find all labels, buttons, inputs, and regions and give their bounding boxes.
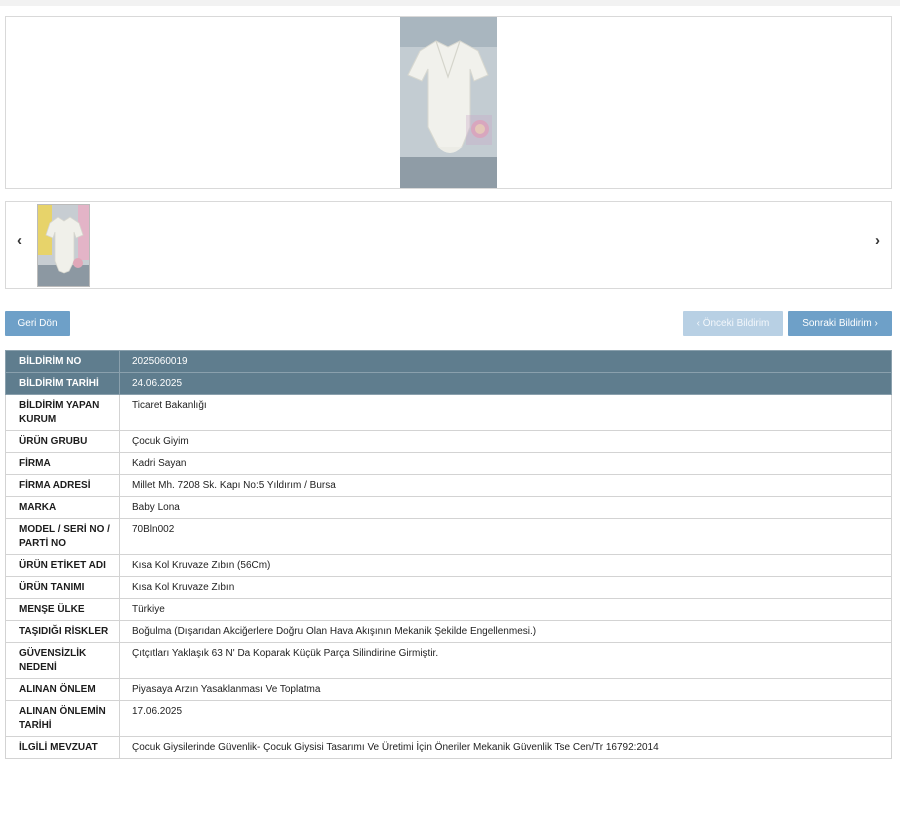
table-row: BİLDİRİM TARİHİ 24.06.2025	[5, 372, 892, 395]
next-notification-button[interactable]: Sonraki Bildirim ›	[788, 311, 892, 336]
table-row: ÜRÜN GRUBU Çocuk Giyim	[5, 430, 892, 453]
field-label: FİRMA	[5, 452, 120, 475]
field-value: Çıtçıtları Yaklaşık 63 N' Da Koparak Küç…	[119, 642, 892, 679]
field-value: Piyasaya Arzın Yasaklanması Ve Toplatma	[119, 678, 892, 701]
table-row: BİLDİRİM YAPAN KURUM Ticaret Bakanlığı	[5, 394, 892, 431]
table-row: İLGİLİ MEVZUAT Çocuk Giysilerinde Güvenli…	[5, 736, 892, 759]
notification-details-table: BİLDİRİM NO 2025060019 BİLDİRİM TARİHİ 24.0…	[5, 350, 892, 759]
field-value: Çocuk Giysilerinde Güvenlik- Çocuk Giysi…	[119, 736, 892, 759]
field-value: Millet Mh. 7208 Sk. Kapı No:5 Yıldırım /…	[119, 474, 892, 497]
table-row: GÜVENSİZLİK NEDENİ Çıtçıtları Yaklaşık 63…	[5, 642, 892, 679]
field-value: Boğulma (Dışarıdan Akciğerlere Doğru Ola…	[119, 620, 892, 643]
table-row: MODEL / SERİ NO / PARTİ NO 70Bln002	[5, 518, 892, 555]
field-label: ALINAN ÖNLEM	[5, 678, 120, 701]
field-label: ÜRÜN ETİKET ADI	[5, 554, 120, 577]
field-value: 70Bln002	[119, 518, 892, 555]
field-label: GÜVENSİZLİK NEDENİ	[5, 642, 120, 679]
field-value: Türkiye	[119, 598, 892, 621]
field-value: Çocuk Giyim	[119, 430, 892, 453]
field-value: Kısa Kol Kruvaze Zıbın	[119, 576, 892, 599]
field-value: 2025060019	[119, 350, 892, 373]
previous-notification-button[interactable]: ‹ Önceki Bildirim	[683, 311, 783, 336]
field-label: FİRMA ADRESİ	[5, 474, 120, 497]
field-label: ALINAN ÖNLEMİN TARİHİ	[5, 700, 120, 737]
table-row: ALINAN ÖNLEMİN TARİHİ 17.06.2025	[5, 700, 892, 737]
field-label: BİLDİRİM TARİHİ	[5, 372, 120, 395]
field-value: Baby Lona	[119, 496, 892, 519]
field-value: Kısa Kol Kruvaze Zıbın (56Cm)	[119, 554, 892, 577]
field-label: MODEL / SERİ NO / PARTİ NO	[5, 518, 120, 555]
table-row: ÜRÜN TANIMI Kısa Kol Kruvaze Zıbın	[5, 576, 892, 599]
back-button[interactable]: Geri Dön	[5, 311, 70, 336]
field-value: Kadri Sayan	[119, 452, 892, 475]
field-value: 24.06.2025	[119, 372, 892, 395]
top-strip	[0, 0, 900, 6]
field-label: ÜRÜN GRUBU	[5, 430, 120, 453]
thumbnail-image[interactable]	[37, 204, 90, 287]
field-label: ÜRÜN TANIMI	[5, 576, 120, 599]
table-row: FİRMA ADRESİ Millet Mh. 7208 Sk. Kapı No:…	[5, 474, 892, 497]
product-photo[interactable]	[400, 17, 497, 188]
chevron-left-icon[interactable]: ‹	[17, 232, 22, 249]
thumbnail-strip: ‹ ›	[5, 201, 892, 289]
field-value: Ticaret Bakanlığı	[119, 394, 892, 431]
field-value: 17.06.2025	[119, 700, 892, 737]
table-row: FİRMA Kadri Sayan	[5, 452, 892, 475]
table-row: MENŞE ÜLKE Türkiye	[5, 598, 892, 621]
table-row: TAŞIDIĞI RİSKLER Boğulma (Dışarıdan Akciğ…	[5, 620, 892, 643]
table-row: ALINAN ÖNLEM Piyasaya Arzın Yasaklanması …	[5, 678, 892, 701]
chevron-right-icon[interactable]: ›	[875, 232, 880, 249]
field-label: BİLDİRİM YAPAN KURUM	[5, 394, 120, 431]
table-row: BİLDİRİM NO 2025060019	[5, 350, 892, 373]
main-image-viewer	[5, 16, 892, 189]
field-label: MARKA	[5, 496, 120, 519]
table-row: MARKA Baby Lona	[5, 496, 892, 519]
field-label: BİLDİRİM NO	[5, 350, 120, 373]
table-row: ÜRÜN ETİKET ADI Kısa Kol Kruvaze Zıbın (5…	[5, 554, 892, 577]
field-label: TAŞIDIĞI RİSKLER	[5, 620, 120, 643]
field-label: MENŞE ÜLKE	[5, 598, 120, 621]
field-label: İLGİLİ MEVZUAT	[5, 736, 120, 759]
